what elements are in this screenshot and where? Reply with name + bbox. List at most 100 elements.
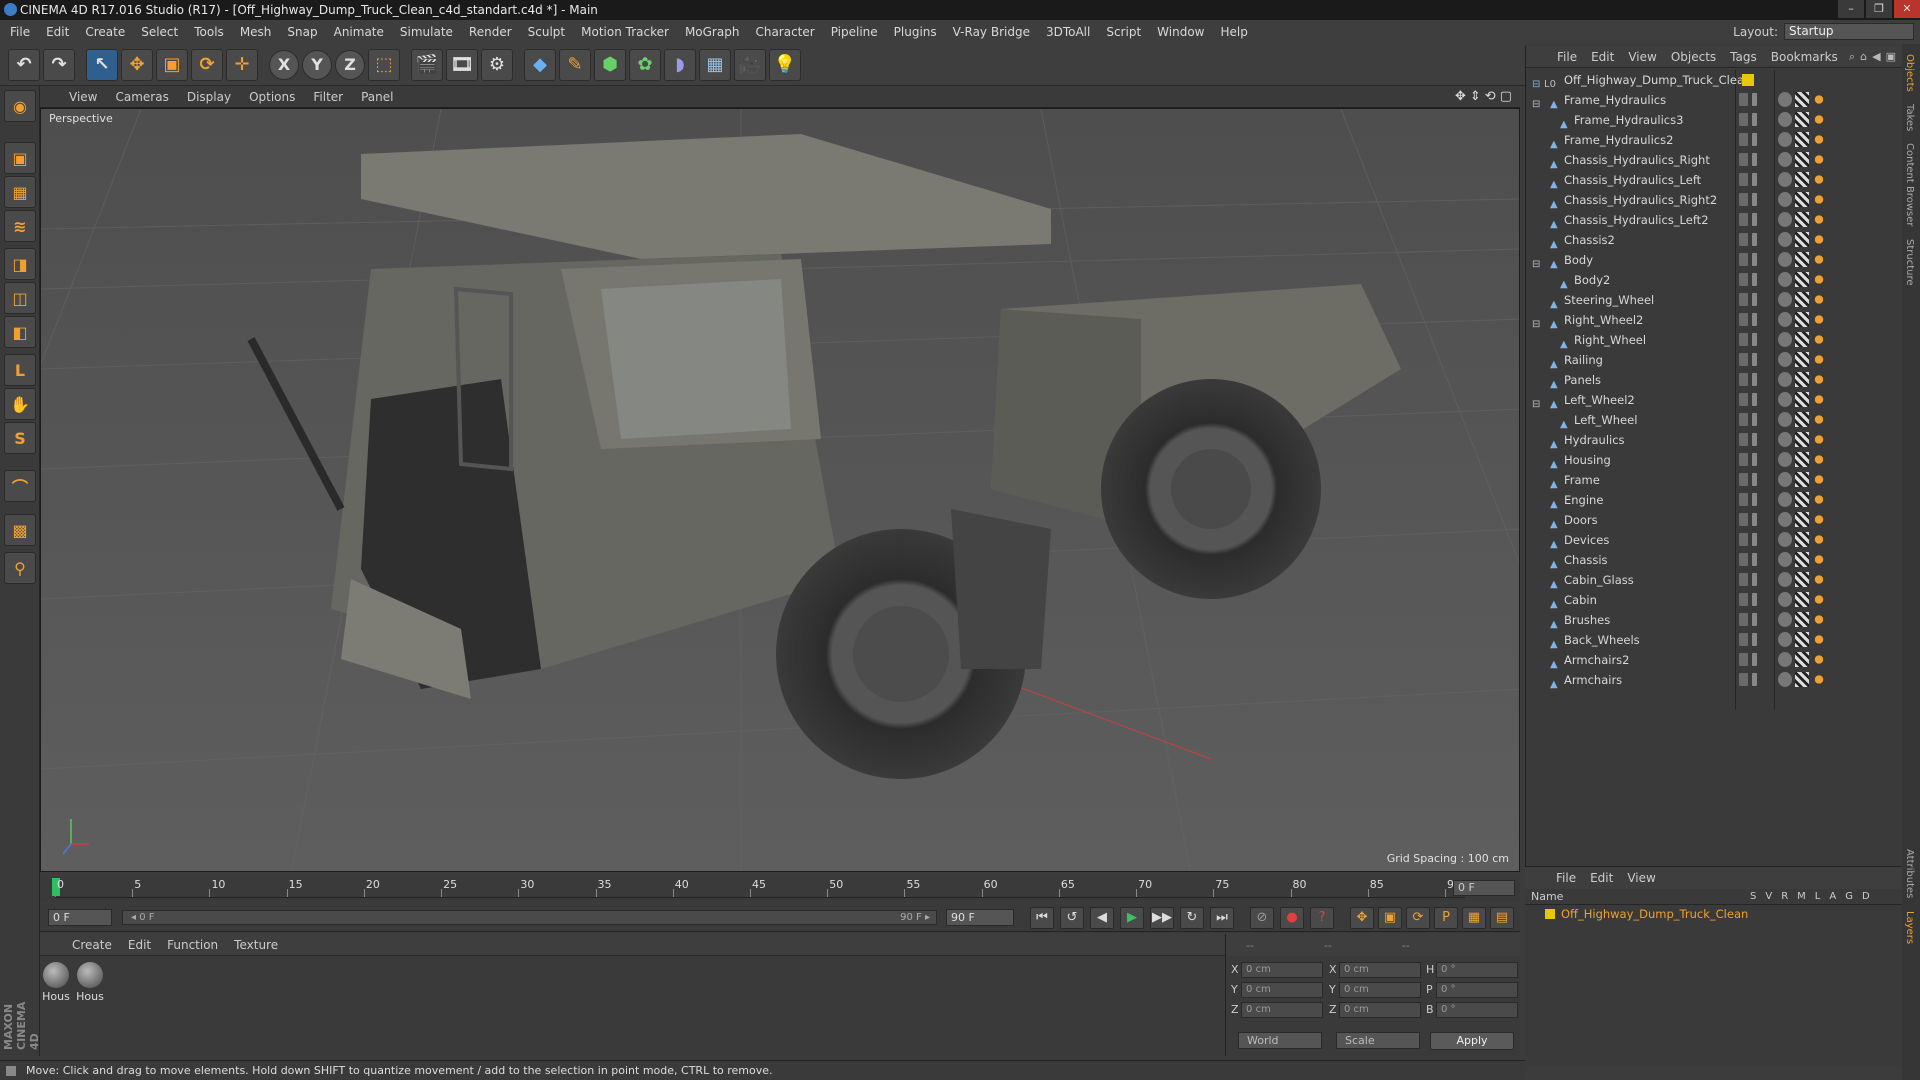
render-visibility-icon[interactable] — [1752, 573, 1757, 586]
material-tag-icon[interactable] — [1812, 332, 1826, 347]
viewport-menu-options[interactable]: Options — [240, 90, 304, 104]
editor-visibility-icon[interactable] — [1739, 613, 1748, 626]
visibility-toggles[interactable] — [1739, 133, 1757, 146]
material-tag-icon[interactable] — [1812, 152, 1826, 167]
phong-tag-icon[interactable] — [1778, 292, 1792, 307]
visibility-toggles[interactable] — [1739, 533, 1757, 546]
visibility-toggles[interactable] — [1739, 553, 1757, 566]
phong-tag-icon[interactable] — [1778, 492, 1792, 507]
render-picture-viewer-button[interactable]: 🎞 — [446, 48, 478, 81]
material-tag-icon[interactable] — [1812, 632, 1826, 647]
object-row[interactable]: ▲ Chassis — [1526, 550, 1903, 570]
om-menu-tags[interactable]: Tags — [1723, 50, 1764, 64]
viewport-menu-display[interactable]: Display — [178, 90, 240, 104]
visibility-toggles[interactable] — [1739, 333, 1757, 346]
layer-column-a[interactable]: A — [1829, 891, 1836, 902]
texture-tag-icon[interactable] — [1795, 492, 1809, 507]
texture-tag-icon[interactable] — [1795, 92, 1809, 107]
editor-visibility-icon[interactable] — [1739, 253, 1748, 266]
visibility-toggles[interactable] — [1739, 93, 1757, 106]
texture-tag-icon[interactable] — [1795, 272, 1809, 287]
menu-pipeline[interactable]: Pipeline — [823, 25, 886, 39]
object-row[interactable]: ▲ Housing — [1526, 450, 1903, 470]
edges-mode-icon[interactable]: ◫ — [4, 282, 36, 314]
render-visibility-icon[interactable] — [1752, 593, 1757, 606]
object-row[interactable]: ▲ Frame — [1526, 470, 1903, 490]
pen-spline-button[interactable]: ✎ — [559, 48, 591, 81]
collapse-icon[interactable]: ⊟ — [1532, 315, 1541, 330]
rotate-tool-button[interactable]: ⟳ — [191, 48, 223, 81]
editor-visibility-icon[interactable] — [1739, 353, 1748, 366]
position-value-field[interactable]: 0 cm — [1241, 1002, 1323, 1018]
object-row[interactable]: ▲ Devices — [1526, 530, 1903, 550]
om-menu-objects[interactable]: Objects — [1664, 50, 1723, 64]
texture-tag-icon[interactable] — [1795, 152, 1809, 167]
collapse-icon[interactable]: ⊟ — [1532, 395, 1541, 410]
phong-tag-icon[interactable] — [1778, 452, 1792, 467]
menu-simulate[interactable]: Simulate — [392, 25, 461, 39]
phong-tag-icon[interactable] — [1778, 672, 1792, 687]
collapse-icon[interactable]: ⊟ — [1532, 255, 1541, 270]
rotation-value-field[interactable]: 0 ° — [1436, 1002, 1518, 1018]
material-tag-icon[interactable] — [1812, 252, 1826, 267]
visibility-toggles[interactable] — [1739, 233, 1757, 246]
lm-menu-view[interactable]: View — [1620, 871, 1662, 885]
viewport-menu-panel[interactable]: Panel — [352, 90, 402, 104]
material-tag-icon[interactable] — [1812, 512, 1826, 527]
key-position-button[interactable]: ✥ — [1350, 907, 1374, 929]
floor-object-button[interactable]: ▦ — [699, 48, 731, 81]
phong-tag-icon[interactable] — [1778, 92, 1792, 107]
menu-script[interactable]: Script — [1098, 25, 1149, 39]
editor-visibility-icon[interactable] — [1739, 553, 1748, 566]
object-row[interactable]: ▲ Chassis_Hydraulics_Right2 — [1526, 190, 1903, 210]
material-tag-icon[interactable] — [1812, 372, 1826, 387]
texture-tag-icon[interactable] — [1795, 672, 1809, 687]
live-selection-button[interactable]: ✛ — [226, 48, 258, 81]
material-tag-icon[interactable] — [1812, 452, 1826, 467]
menu-animate[interactable]: Animate — [326, 25, 392, 39]
phong-tag-icon[interactable] — [1778, 352, 1792, 367]
object-row[interactable]: ▲ Frame_Hydraulics2 — [1526, 130, 1903, 150]
visibility-toggles[interactable] — [1739, 153, 1757, 166]
key-rotation-button[interactable]: ⟳ — [1406, 907, 1430, 929]
material-tag-icon[interactable] — [1812, 472, 1826, 487]
tab-structure[interactable]: Structure — [1904, 237, 1915, 288]
material-tag-icon[interactable] — [1812, 272, 1826, 287]
phong-tag-icon[interactable] — [1778, 132, 1792, 147]
editor-visibility-icon[interactable] — [1739, 173, 1748, 186]
tweak-mode-icon[interactable]: ✋ — [4, 388, 36, 420]
previous-key-button[interactable]: ↺ — [1060, 907, 1084, 929]
menu-3dtoall[interactable]: 3DToAll — [1038, 25, 1098, 39]
orbit-icon[interactable]: ⟲ — [1485, 89, 1496, 104]
material-swatch[interactable]: Hous — [76, 962, 104, 1003]
position-value-field[interactable]: 0 cm — [1241, 982, 1323, 998]
search-icon[interactable]: ⌕ — [1849, 50, 1855, 64]
go-to-start-button[interactable]: ⏮ — [1030, 907, 1054, 929]
object-row[interactable]: ▲ Railing — [1526, 350, 1903, 370]
object-row[interactable]: ▲ Chassis_Hydraulics_Right — [1526, 150, 1903, 170]
next-frame-button[interactable]: ▶▶ — [1150, 907, 1174, 929]
material-tag-icon[interactable] — [1812, 92, 1826, 107]
phong-tag-icon[interactable] — [1778, 652, 1792, 667]
menu-plugins[interactable]: Plugins — [886, 25, 945, 39]
phong-tag-icon[interactable] — [1778, 152, 1792, 167]
render-visibility-icon[interactable] — [1752, 633, 1757, 646]
render-visibility-icon[interactable] — [1752, 513, 1757, 526]
collapse-icon[interactable]: ⊟ — [1532, 95, 1541, 110]
visibility-toggles[interactable] — [1739, 633, 1757, 646]
editor-visibility-icon[interactable] — [1739, 593, 1748, 606]
object-row[interactable]: ▲ Left_Wheel — [1526, 410, 1903, 430]
material-tag-icon[interactable] — [1812, 612, 1826, 627]
material-tag-icon[interactable] — [1812, 172, 1826, 187]
redo-button[interactable]: ↷ — [43, 48, 75, 81]
menu-edit[interactable]: Edit — [38, 25, 77, 39]
material-tag-icon[interactable] — [1812, 672, 1826, 687]
render-visibility-icon[interactable] — [1752, 273, 1757, 286]
render-visibility-icon[interactable] — [1752, 353, 1757, 366]
editor-visibility-icon[interactable] — [1739, 113, 1748, 126]
object-row[interactable]: ▲ Steering_Wheel — [1526, 290, 1903, 310]
lm-menu-file[interactable]: File — [1549, 871, 1583, 885]
material-tag-icon[interactable] — [1812, 352, 1826, 367]
visibility-toggles[interactable] — [1739, 413, 1757, 426]
editor-visibility-icon[interactable] — [1739, 373, 1748, 386]
